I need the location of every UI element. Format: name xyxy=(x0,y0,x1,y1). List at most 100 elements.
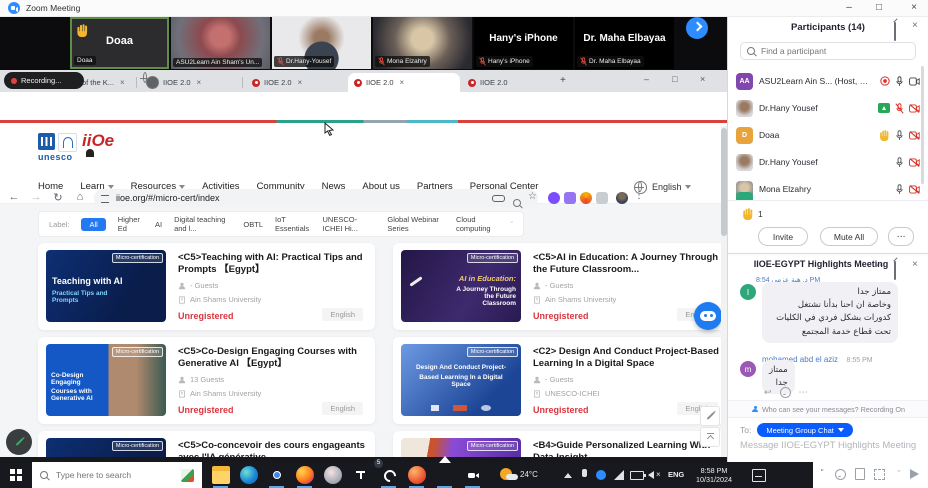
taskbar-search-input[interactable] xyxy=(54,469,175,481)
close-panel-icon[interactable]: × xyxy=(912,20,918,31)
forward-button[interactable]: → xyxy=(28,191,44,203)
invite-button[interactable]: Invite xyxy=(758,227,808,246)
chat-input[interactable]: Message IIOE-EGYPT Highlights Meeting xyxy=(740,440,920,451)
language-selector[interactable]: English xyxy=(652,182,691,192)
participant-row[interactable]: AA ASU2Learn Ain S... (Host, me) xyxy=(736,68,920,94)
participant-row[interactable]: Dr.Hany Yousef xyxy=(736,149,920,175)
file-explorer-icon[interactable] xyxy=(212,466,230,484)
mute-all-button[interactable]: Mute All xyxy=(820,227,878,246)
tray-mic-icon[interactable] xyxy=(582,469,587,477)
home-button[interactable]: ⌂ xyxy=(72,191,88,203)
tray-zoom-icon[interactable] xyxy=(596,470,606,480)
chatbot-button[interactable] xyxy=(694,302,722,330)
video-tile-hanys-iphone[interactable]: Hany's iPhone Hany's iPhone xyxy=(474,17,573,69)
extension-icon[interactable] xyxy=(580,192,592,204)
taskbar-search[interactable] xyxy=(32,462,202,488)
bookmark-star-icon[interactable]: ☆ xyxy=(528,191,537,202)
tray-expand-icon[interactable] xyxy=(564,473,572,478)
back-button[interactable]: ← xyxy=(6,191,22,203)
attach-file-icon[interactable] xyxy=(855,468,865,480)
app-icon[interactable] xyxy=(324,466,342,484)
course-card[interactable]: Micro-certification AI in Education: A J… xyxy=(393,243,730,330)
video-tile-asu2learn[interactable]: ASU2Learn Ain Sham's Un... xyxy=(171,17,270,69)
course-card[interactable]: Micro-certification Teaching with AI Pra… xyxy=(38,243,375,330)
firefox-icon[interactable] xyxy=(296,466,314,484)
chat-close-icon[interactable]: × xyxy=(912,259,918,270)
reading-mode-icon[interactable] xyxy=(492,195,505,202)
close-tab-icon[interactable]: × xyxy=(197,78,202,87)
browser-tab[interactable]: IIOE 2.0 xyxy=(462,73,560,92)
video-tile-doaa[interactable]: Doaa Doaa xyxy=(70,17,169,69)
more-options-button[interactable]: ⋯ xyxy=(888,227,914,246)
chat-more-icon[interactable]: ⋯ xyxy=(876,260,885,271)
browser-tab-active[interactable]: IIOE 2.0 × xyxy=(348,73,460,92)
filter-unesco-ichei[interactable]: UNESCO-ICHEI Hi... xyxy=(322,215,375,233)
zoom-page-icon[interactable] xyxy=(513,199,521,207)
battery-icon[interactable] xyxy=(630,471,644,480)
filter-iot[interactable]: IoT Essentials xyxy=(275,215,310,233)
more-icon[interactable]: ⋯ xyxy=(799,387,808,398)
participant-search[interactable] xyxy=(740,42,916,60)
recording-indicator[interactable]: Recording... xyxy=(4,72,84,89)
browser-close-button[interactable]: × xyxy=(700,74,705,84)
maximize-button[interactable]: □ xyxy=(868,2,890,13)
participant-row[interactable]: Dr.Hany Yousef xyxy=(736,95,920,121)
next-videos-button[interactable] xyxy=(686,17,708,39)
course-card[interactable]: Micro-certification Co-Design Engaging C… xyxy=(38,337,375,424)
browser-tab[interactable]: IIOE 2.0 × xyxy=(246,73,354,92)
filter-higher-ed[interactable]: Higher Ed xyxy=(118,215,143,233)
course-card[interactable]: Micro-certification Design And Conduct P… xyxy=(393,337,730,424)
video-tile-mona[interactable]: Mona Elzahry xyxy=(373,17,472,69)
reply-icon[interactable]: ↩ xyxy=(764,387,772,398)
annotation-button[interactable] xyxy=(6,429,32,455)
language-indicator[interactable]: ENG xyxy=(668,470,684,479)
browser-maximize-button[interactable]: □ xyxy=(672,74,677,84)
feedback-pencil-button[interactable] xyxy=(700,406,720,426)
filter-ai[interactable]: AI xyxy=(155,220,162,229)
filter-cloud[interactable]: Cloud computing xyxy=(456,215,499,233)
more-tools-icon[interactable]: ˇ xyxy=(894,469,904,479)
browser-profile-avatar[interactable] xyxy=(616,192,628,204)
participant-row[interactable]: Mona Elzahry xyxy=(736,176,920,202)
new-tab-button[interactable]: + xyxy=(560,75,566,86)
minimize-button[interactable]: – xyxy=(838,2,860,13)
action-center-icon[interactable] xyxy=(752,469,766,482)
weather-temp[interactable]: 24°C xyxy=(520,470,538,479)
start-button[interactable] xyxy=(10,469,22,481)
edge-icon[interactable] xyxy=(240,466,258,484)
video-tile-dr-maha[interactable]: Dr. Maha Elbayaa Dr. Maha Elbayaa xyxy=(575,17,674,69)
emoji-icon[interactable] xyxy=(780,387,791,398)
volume-muted-icon[interactable] xyxy=(648,471,654,479)
close-tab-icon[interactable]: × xyxy=(400,78,405,87)
participant-row[interactable]: D Doaa xyxy=(736,122,920,148)
network-icon[interactable] xyxy=(614,470,624,480)
browser-minimize-button[interactable]: – xyxy=(644,74,649,84)
emoji-picker-icon[interactable] xyxy=(835,469,846,480)
filter-expand-icon[interactable]: ˇ xyxy=(511,220,514,229)
filter-digital-teaching[interactable]: Digital teaching and l... xyxy=(174,215,231,233)
site-settings-icon[interactable] xyxy=(101,195,109,203)
taskbar-clock[interactable]: 8:58 PM 10/31/2024 xyxy=(688,466,740,485)
browser-menu-icon[interactable]: ⋮ xyxy=(634,190,644,201)
browser-tab[interactable]: IIOE 2.0 × xyxy=(140,73,250,92)
send-to-selector[interactable]: Meeting Group Chat xyxy=(757,423,853,437)
filter-obtl[interactable]: OBTL xyxy=(243,220,263,229)
extension-icon[interactable] xyxy=(548,192,560,204)
chat-popout-icon[interactable] xyxy=(894,261,896,280)
participant-search-input[interactable] xyxy=(759,45,909,57)
extensions-puzzle-icon[interactable] xyxy=(596,192,608,204)
screenshot-icon[interactable] xyxy=(874,469,885,480)
extension-icon[interactable] xyxy=(564,192,576,204)
scroll-to-top-button[interactable] xyxy=(700,427,720,447)
participants-scrollbar[interactable] xyxy=(921,66,924,184)
close-button[interactable]: × xyxy=(903,2,925,13)
send-button[interactable] xyxy=(910,469,919,479)
close-tab-icon[interactable]: × xyxy=(120,78,125,87)
close-tab-icon[interactable]: × xyxy=(298,78,303,87)
app-icon[interactable] xyxy=(408,466,426,484)
video-tile-dr-hany[interactable]: Dr.Hany-Yousef xyxy=(272,17,371,69)
filter-all[interactable]: All xyxy=(81,218,105,231)
reload-button[interactable]: ↻ xyxy=(50,191,66,204)
filter-global-webinar[interactable]: Global Webinar Series xyxy=(387,215,444,233)
popout-icon[interactable] xyxy=(894,22,896,41)
